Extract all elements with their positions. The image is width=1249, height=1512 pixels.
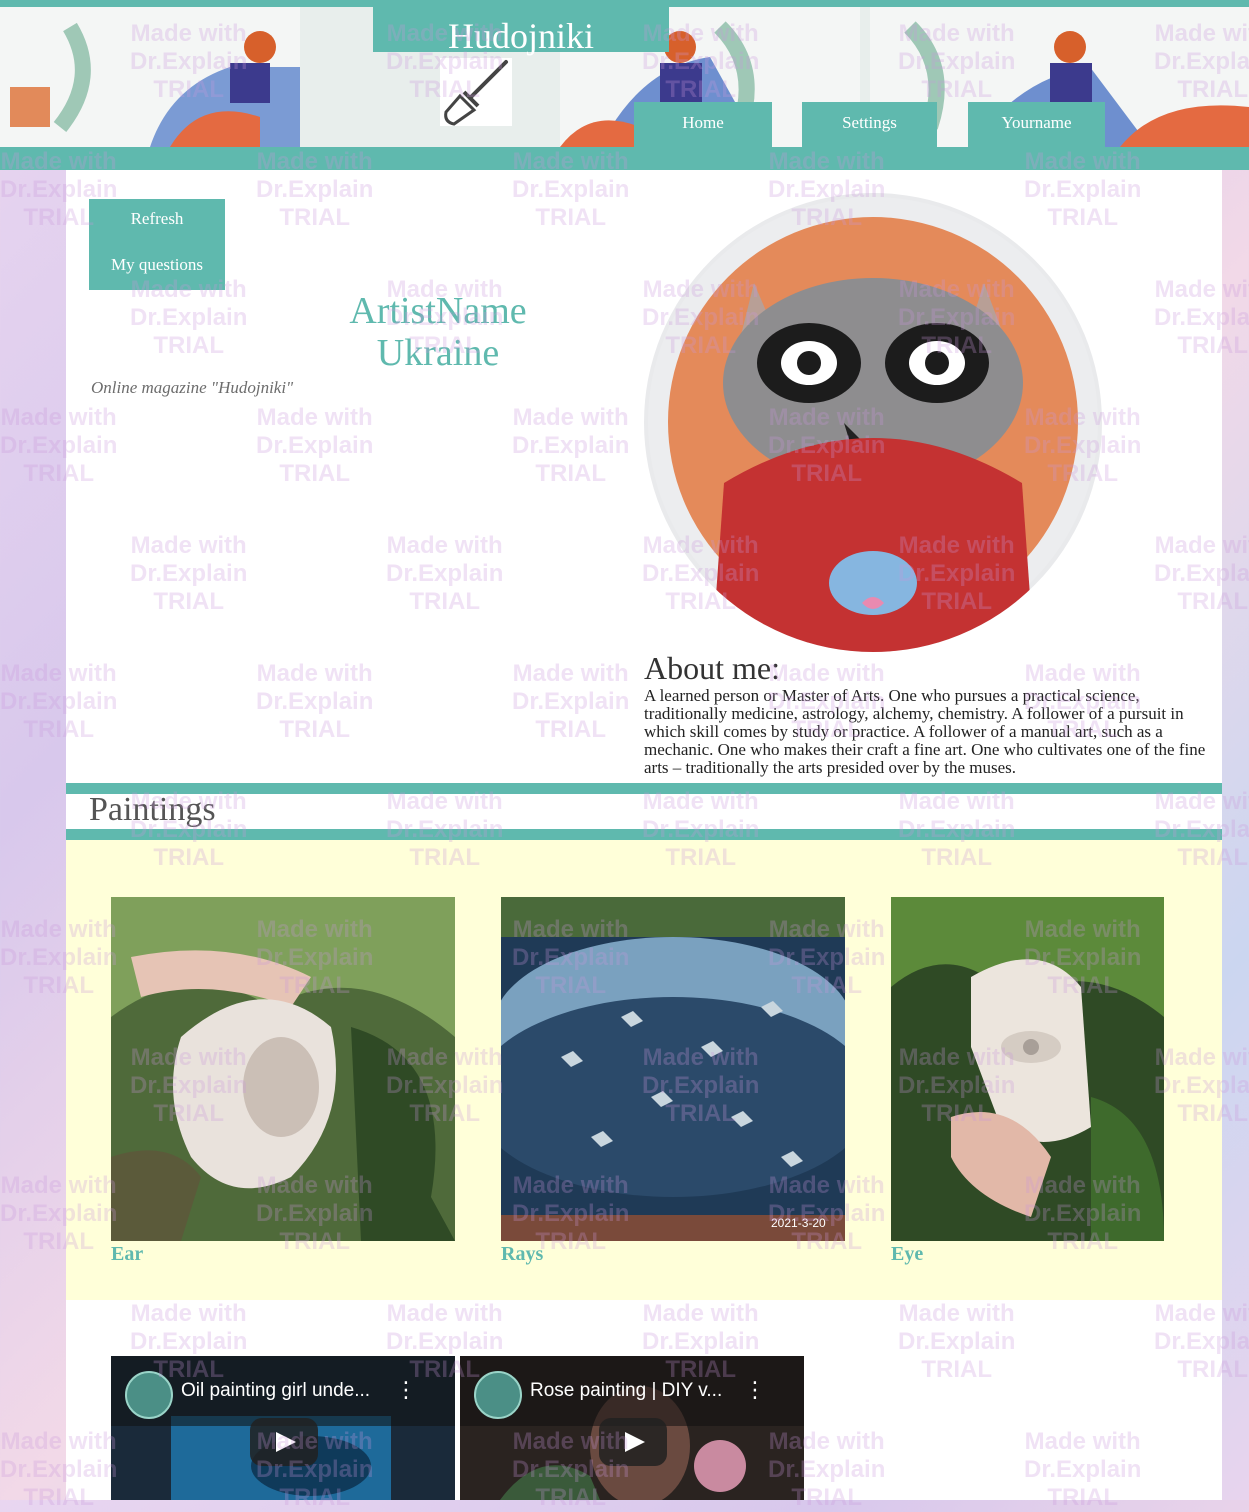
nav-yourname[interactable]: Yourname (968, 102, 1105, 147)
nav-settings[interactable]: Settings (802, 102, 937, 147)
painting-caption-ear[interactable]: Ear (111, 1243, 143, 1266)
sidebar-menu: Refresh My questions (89, 199, 225, 290)
paintbrush-icon (440, 58, 512, 126)
painting-caption-rays[interactable]: Rays (501, 1243, 543, 1266)
header-artwork-illustration (0, 7, 300, 147)
video-embed-oil-painting[interactable]: Oil painting girl unde... ⋮ (111, 1356, 455, 1500)
more-vert-icon[interactable]: ⋮ (744, 1378, 766, 1403)
video-title[interactable]: Oil painting girl unde... (181, 1380, 370, 1402)
play-icon[interactable] (250, 1418, 318, 1466)
sidebar-item-refresh[interactable]: Refresh (89, 209, 225, 229)
nav-home[interactable]: Home (634, 102, 772, 147)
painting-thumbnail-eye[interactable] (891, 897, 1164, 1241)
about-text: A learned person or Master of Arts. One … (644, 686, 1206, 777)
raccoon-avatar-image (648, 197, 1098, 652)
site-header: Hudojniki Home Settings Yourname (0, 0, 1249, 170)
more-vert-icon[interactable]: ⋮ (395, 1378, 417, 1403)
painting-caption-eye[interactable]: Eye (891, 1243, 923, 1266)
about-title: About me: (644, 650, 780, 686)
painting-thumbnail-rays[interactable]: 2021-3-20 (501, 897, 845, 1241)
artist-country: Ukraine (376, 332, 500, 374)
video-embed-rose-painting[interactable]: Rose painting | DIY v... ⋮ (460, 1356, 804, 1500)
channel-avatar[interactable] (474, 1371, 522, 1419)
eye-sculpture-image (891, 897, 1164, 1241)
header-bottom-bar (0, 147, 1249, 170)
ear-sculpture-image (111, 897, 455, 1241)
video-title[interactable]: Rose painting | DIY v... (530, 1380, 722, 1402)
artist-name-block: ArtistName Ukraine (300, 290, 576, 374)
avatar (644, 193, 1102, 652)
painting-thumbnail-ear[interactable] (111, 897, 455, 1241)
channel-avatar[interactable] (125, 1371, 173, 1419)
rays-painting-image: 2021-3-20 (501, 897, 845, 1241)
rays-date-stamp: 2021-3-20 (771, 1216, 826, 1230)
section-divider-top (66, 783, 1222, 794)
site-title[interactable]: Hudojniki (373, 0, 669, 56)
artist-name: ArtistName (349, 290, 527, 332)
play-icon[interactable] (599, 1418, 667, 1466)
section-divider-bottom (66, 829, 1222, 840)
paintings-title: Paintings (89, 791, 216, 828)
magazine-label: Online magazine "Hudojniki" (91, 378, 294, 397)
sidebar-item-my-questions[interactable]: My questions (89, 255, 225, 275)
